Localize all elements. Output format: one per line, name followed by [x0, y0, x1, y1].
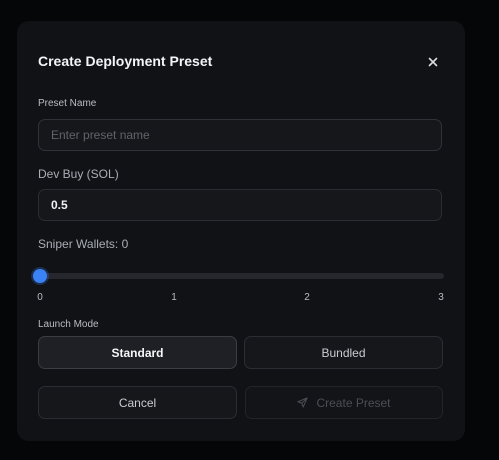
launch-mode-bundled-button[interactable]: Bundled [244, 336, 443, 369]
launch-mode-standard-button[interactable]: Standard [38, 336, 237, 369]
create-preset-button[interactable]: Create Preset [245, 386, 443, 419]
dialog-title: Create Deployment Preset [38, 53, 213, 69]
slider-tick-1: 1 [171, 292, 177, 303]
preset-name-input[interactable] [38, 119, 442, 151]
slider-tick-0: 0 [37, 292, 43, 303]
sniper-wallets-slider[interactable] [33, 269, 444, 283]
slider-tick-3: 3 [438, 292, 444, 303]
cancel-label: Cancel [118, 395, 157, 410]
bundled-label: Bundled [321, 345, 366, 360]
preset-name-label: Preset Name [38, 98, 97, 109]
slider-thumb[interactable] [33, 269, 47, 283]
close-button[interactable] [426, 55, 440, 69]
sniper-wallets-label: Sniper Wallets: 0 [38, 237, 129, 251]
dev-buy-input[interactable] [38, 189, 442, 221]
create-preset-label: Create Preset [316, 395, 391, 410]
close-icon [428, 57, 438, 67]
create-preset-dialog: Create Deployment Preset Preset Name Dev… [17, 21, 465, 441]
slider-tick-2: 2 [304, 292, 310, 303]
send-icon [297, 397, 309, 408]
cancel-button[interactable]: Cancel [38, 386, 237, 419]
standard-label: Standard [111, 345, 164, 360]
dev-buy-label: Dev Buy (SOL) [38, 167, 119, 181]
launch-mode-label: Launch Mode [38, 319, 99, 330]
